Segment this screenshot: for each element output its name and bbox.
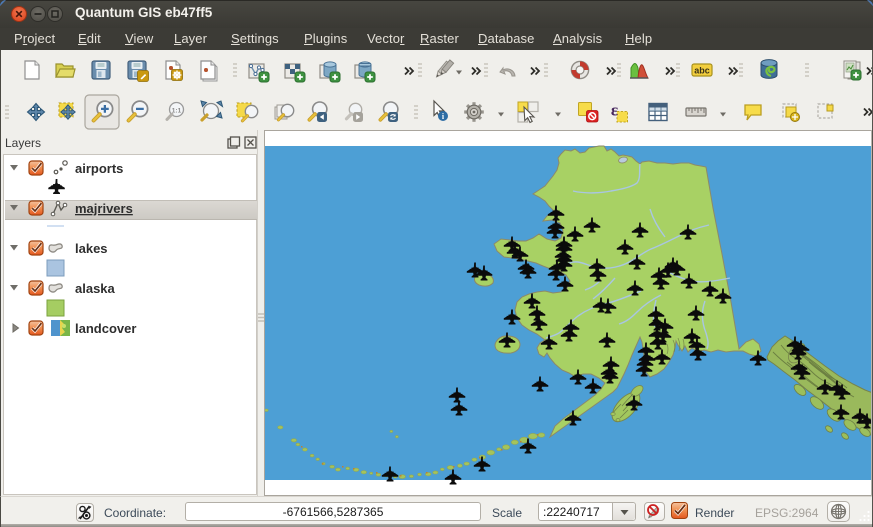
- svg-text:1:1: 1:1: [172, 108, 182, 115]
- svg-text:abc: abc: [694, 66, 710, 76]
- svg-text:airports: airports: [75, 161, 123, 176]
- svg-text:ε: ε: [611, 101, 618, 120]
- svg-text:lakes: lakes: [75, 241, 108, 256]
- svg-text:alaska: alaska: [75, 281, 116, 296]
- svg-text:majrivers: majrivers: [75, 201, 133, 216]
- svg-text:landcover: landcover: [75, 321, 136, 336]
